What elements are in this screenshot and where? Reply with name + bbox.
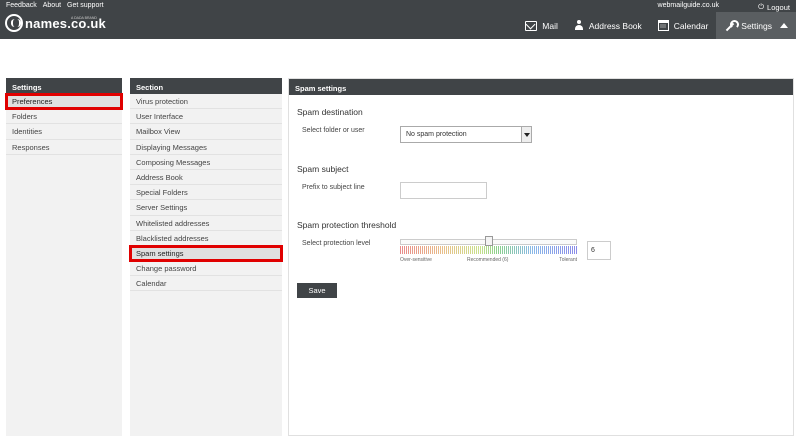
- calendar-icon: [657, 20, 669, 31]
- subject-prefix-label: Prefix to subject line: [302, 184, 365, 191]
- section-item-blacklisted-addresses[interactable]: Blacklisted addresses: [130, 231, 282, 246]
- settings-item-folders[interactable]: Folders: [6, 109, 122, 125]
- section-item-calendar[interactable]: Calendar: [130, 276, 282, 292]
- section-item-change-password[interactable]: Change password: [130, 261, 282, 277]
- slider-min-label: Over-sensitive: [400, 257, 432, 263]
- nav-mail[interactable]: Mail: [517, 12, 566, 39]
- protection-level-slider[interactable]: [400, 236, 577, 255]
- settings-item-identities[interactable]: Identities: [6, 124, 122, 140]
- section-item-user-interface[interactable]: User Interface: [130, 109, 282, 125]
- section-item-spam-settings[interactable]: Spam settings: [129, 244, 283, 263]
- spam-destination-heading: Spam destination: [297, 107, 363, 117]
- top-bar: Feedback About Get support webmailguide.…: [0, 0, 796, 39]
- mail-icon: [525, 20, 538, 31]
- nav-settings[interactable]: Settings: [716, 12, 796, 39]
- nav-address-book-label: Address Book: [588, 20, 642, 31]
- nav-mail-label: Mail: [542, 20, 558, 31]
- subject-prefix-input[interactable]: [400, 182, 487, 199]
- main-nav: Mail Address Book Calendar Settings: [517, 12, 796, 39]
- protection-level-value[interactable]: 6: [587, 241, 611, 260]
- section-item-composing-messages[interactable]: Composing Messages: [130, 155, 282, 170]
- logo-mark-icon: [5, 14, 23, 32]
- logo-subtitle: A DADA BRAND: [71, 16, 97, 20]
- nav-calendar-label: Calendar: [673, 20, 709, 31]
- protection-level-label: Select protection level: [302, 240, 371, 247]
- feedback-link[interactable]: Feedback: [6, 2, 37, 9]
- section-item-special-folders[interactable]: Special Folders: [130, 185, 282, 201]
- nav-address-book[interactable]: Address Book: [566, 12, 650, 39]
- chevron-down-icon[interactable]: [521, 127, 531, 142]
- spam-settings-title: Spam settings: [289, 79, 793, 95]
- section-item-displaying-messages[interactable]: Displaying Messages: [130, 140, 282, 155]
- section-panel: Section Virus protection User Interface …: [129, 78, 283, 436]
- section-item-server-settings[interactable]: Server Settings: [130, 200, 282, 216]
- nav-calendar[interactable]: Calendar: [650, 12, 717, 39]
- spam-settings-panel: Spam settings Spam destination Select fo…: [288, 78, 794, 436]
- spam-destination-select[interactable]: No spam protection: [400, 126, 532, 143]
- caret-up-icon[interactable]: [780, 23, 788, 28]
- settings-item-preferences[interactable]: Preferences: [5, 92, 123, 111]
- address-book-icon: [574, 20, 584, 31]
- section-item-address-book[interactable]: Address Book: [130, 170, 282, 186]
- settings-item-responses[interactable]: Responses: [6, 140, 122, 155]
- folder-select-label: Select folder or user: [302, 127, 365, 134]
- section-item-whitelisted-addresses[interactable]: Whitelisted addresses: [130, 216, 282, 231]
- spam-destination-value: No spam protection: [406, 131, 467, 138]
- section-panel-title: Section: [130, 78, 282, 94]
- slider-scale: [400, 246, 577, 254]
- slider-mid-label: Recommended (6): [467, 257, 509, 263]
- settings-panel-title: Settings: [6, 78, 122, 94]
- wrench-icon: [724, 19, 740, 32]
- get-support-link[interactable]: Get support: [67, 2, 104, 9]
- section-item-mailbox-view[interactable]: Mailbox View: [130, 124, 282, 140]
- threshold-heading: Spam protection threshold: [297, 220, 397, 230]
- slider-max-label: Tolerant: [559, 257, 577, 263]
- top-links: Feedback About Get support: [6, 2, 104, 9]
- settings-panel: Settings Preferences Folders Identities …: [5, 78, 123, 436]
- logout-button[interactable]: ⏻ Logout: [758, 2, 790, 12]
- spam-subject-heading: Spam subject: [297, 164, 349, 174]
- account-domain: webmailguide.co.uk: [657, 2, 719, 9]
- slider-handle[interactable]: [484, 236, 493, 246]
- about-link[interactable]: About: [43, 2, 61, 9]
- nav-settings-label: Settings: [741, 20, 772, 31]
- save-button[interactable]: Save: [297, 283, 337, 298]
- section-item-virus-protection[interactable]: Virus protection: [130, 94, 282, 110]
- power-icon: ⏻: [758, 2, 765, 11]
- logout-label: Logout: [767, 2, 790, 12]
